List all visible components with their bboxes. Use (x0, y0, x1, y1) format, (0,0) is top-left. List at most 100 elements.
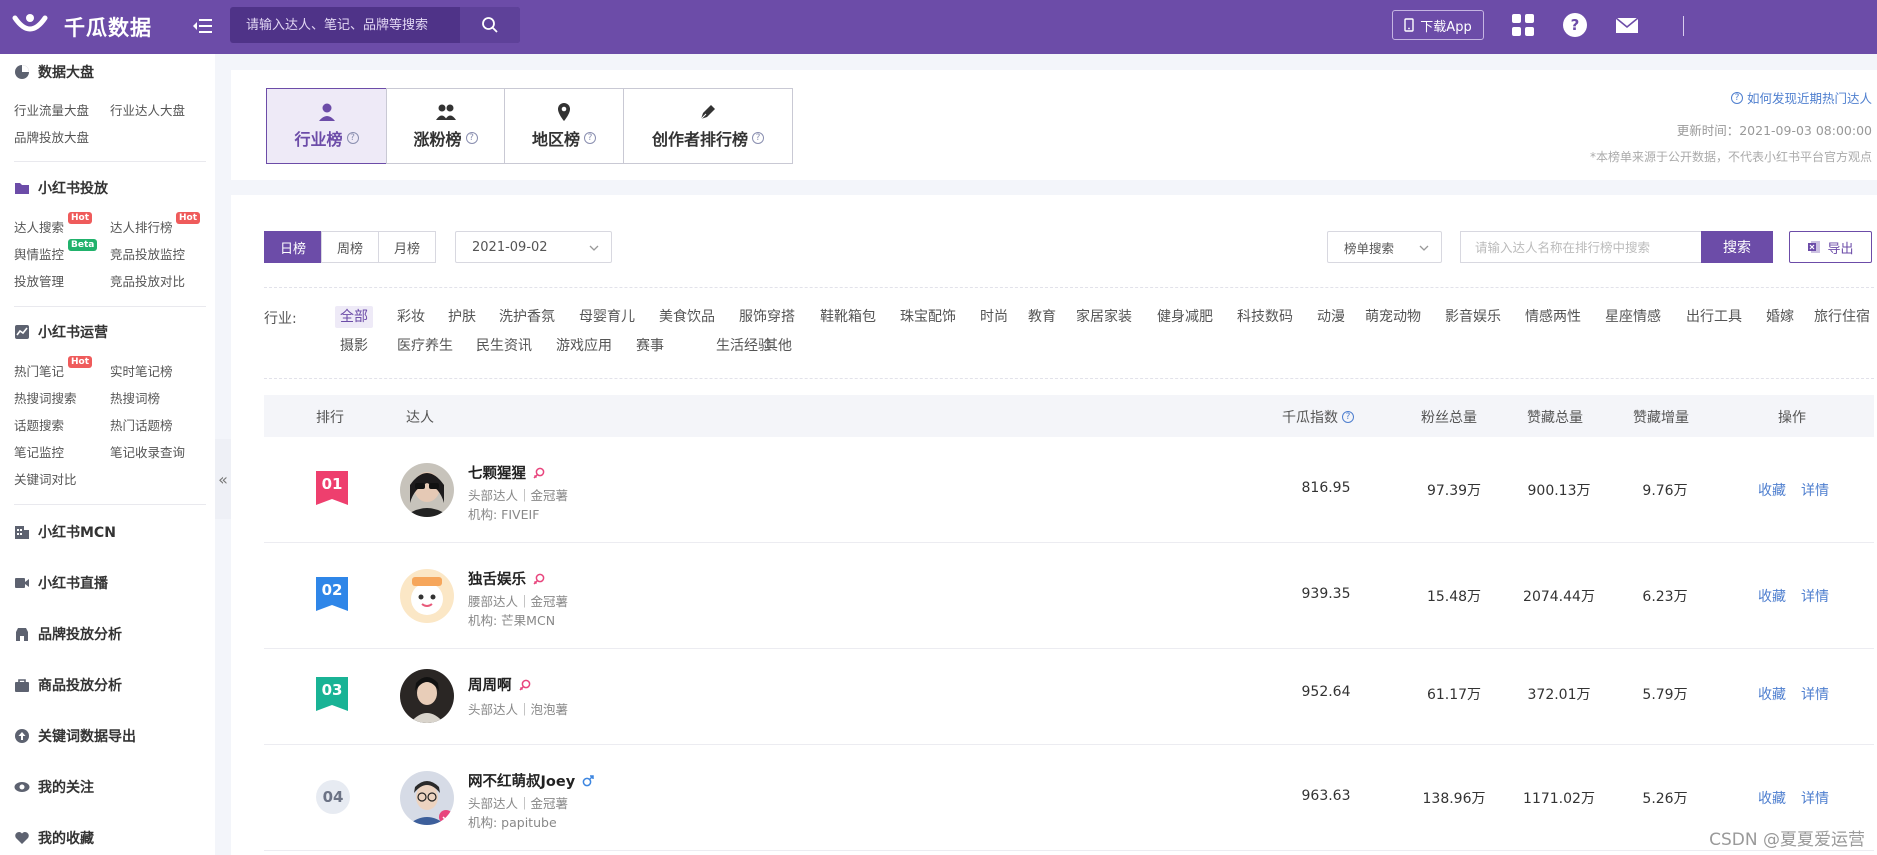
sidebar-item-competitor-compare[interactable]: 竞品投放对比 (110, 271, 185, 290)
sidebar-item-keyword-compare[interactable]: 关键词对比 (14, 469, 77, 488)
industry-filter-item[interactable]: 动漫 (1312, 306, 1350, 328)
favorite-link[interactable]: 收藏 (1758, 586, 1786, 606)
industry-filter-item[interactable]: 珠宝配饰 (895, 306, 961, 328)
industry-filter-item[interactable]: 鞋靴箱包 (815, 306, 881, 328)
sidebar-item-hot-search-rank[interactable]: 热搜词榜 (110, 388, 160, 407)
period-monthly-button[interactable]: 月榜 (378, 231, 436, 263)
kol-avatar[interactable] (400, 771, 454, 825)
detail-link[interactable]: 详情 (1801, 684, 1829, 704)
sidebar-item-hot-notes[interactable]: 热门笔记 Hot (14, 356, 93, 380)
question-icon[interactable]: ? (752, 132, 764, 144)
favorite-link[interactable]: 收藏 (1758, 480, 1786, 500)
sidebar-item-industry-traffic[interactable]: 行业流量大盘 (14, 100, 89, 119)
industry-filter-item[interactable]: 服饰穿搭 (734, 306, 800, 328)
industry-filter-item[interactable]: 科技数码 (1232, 306, 1298, 328)
sidebar-section-my-follows[interactable]: 我的关注 (14, 777, 94, 797)
industry-filter-item[interactable]: 星座情感 (1600, 306, 1666, 328)
sidebar-item-sentiment-monitor[interactable]: 舆情监控 Beta (14, 239, 98, 263)
industry-filter-item[interactable]: 护肤 (443, 306, 481, 328)
export-button[interactable]: 导出 (1789, 231, 1872, 263)
industry-filter-item[interactable]: 家居家装 (1071, 306, 1137, 328)
sidebar-section-data-overview[interactable]: 数据大盘 (14, 62, 94, 82)
help-hot-kol-link[interactable]: ? 如何发现近期热门达人 (1730, 88, 1872, 107)
tab-creator-board[interactable]: 创作者排行榜? (623, 88, 793, 164)
industry-filter-item[interactable]: 影音娱乐 (1440, 306, 1506, 328)
sidebar-item-realtime-notes[interactable]: 实时笔记榜 (110, 361, 173, 380)
industry-filter-item[interactable]: 萌宠动物 (1360, 306, 1426, 328)
question-icon[interactable]: ? (465, 132, 478, 144)
rank-search-button[interactable]: 搜索 (1701, 231, 1773, 263)
sidebar-item-kol-ranking[interactable]: 达人排行榜 Hot (110, 212, 201, 236)
sidebar-section-xhs-live[interactable]: 小红书直播 (14, 573, 108, 593)
sidebar-item-topic-search[interactable]: 话题搜索 (14, 415, 64, 434)
global-search-button[interactable] (460, 7, 520, 43)
sidebar-section-my-favorites[interactable]: 我的收藏 (14, 828, 94, 848)
industry-filter-item[interactable]: 时尚 (975, 306, 1013, 328)
industry-filter-item[interactable]: 其他 (759, 335, 797, 357)
detail-link[interactable]: 详情 (1801, 788, 1829, 808)
sidebar-collapse-toggle[interactable]: « (215, 439, 231, 519)
sidebar-section-xhs-placement[interactable]: 小红书投放 (14, 178, 108, 198)
sidebar-item-kol-search[interactable]: 达人搜索 Hot (14, 212, 93, 236)
tab-fans-growth-board[interactable]: 涨粉榜? (386, 88, 505, 164)
industry-filter-item[interactable]: 母婴育儿 (574, 306, 640, 328)
sidebar-item-placement-manage[interactable]: 投放管理 (14, 271, 64, 290)
sidebar-item-competitor-monitor[interactable]: 竞品投放监控 (110, 244, 185, 263)
tab-region-board[interactable]: 地区榜? (504, 88, 624, 164)
industry-filter-item[interactable]: 民生资讯 (471, 335, 537, 357)
sidebar-section-xhs-operation[interactable]: 小红书运营 (14, 322, 108, 342)
sidebar-section-brand-analysis[interactable]: 品牌投放分析 (14, 624, 122, 644)
question-icon[interactable]: ? (584, 132, 596, 144)
industry-filter-item[interactable]: 医疗养生 (392, 335, 458, 357)
sidebar-section-product-analysis[interactable]: 商品投放分析 (14, 675, 122, 695)
industry-filter-item[interactable]: 美食饮品 (654, 306, 720, 328)
kol-name[interactable]: 网不红萌叔Joey (468, 770, 595, 791)
kol-avatar[interactable] (400, 569, 454, 623)
industry-filter-item[interactable]: 洗护香氛 (494, 306, 560, 328)
logo-icon[interactable] (12, 10, 48, 40)
detail-link[interactable]: 详情 (1801, 586, 1829, 606)
kol-avatar[interactable] (400, 463, 454, 517)
industry-filter-item[interactable]: 健身减肥 (1152, 306, 1218, 328)
industry-filter-item[interactable]: 彩妆 (392, 306, 430, 328)
sidebar-item-hot-search[interactable]: 热搜词搜索 (14, 388, 77, 407)
sidebar-item-note-index[interactable]: 笔记收录查询 (110, 442, 185, 461)
sidebar-item-note-monitor[interactable]: 笔记监控 (14, 442, 64, 461)
kol-name[interactable]: 七颗猩猩 (468, 462, 546, 483)
industry-filter-item[interactable]: 情感两性 (1520, 306, 1586, 328)
industry-filter-item[interactable]: 旅行住宿 (1809, 306, 1875, 328)
date-picker[interactable]: 2021-09-02 (455, 231, 612, 263)
rank-search-input[interactable] (1460, 231, 1701, 263)
brand-name[interactable]: 千瓜数据 (64, 12, 152, 42)
help-icon[interactable]: ? (1562, 12, 1588, 38)
menu-toggle-icon[interactable] (192, 15, 214, 37)
list-search-select[interactable]: 榜单搜索 (1327, 231, 1442, 263)
sidebar-item-brand-placement[interactable]: 品牌投放大盘 (14, 127, 89, 146)
sidebar-section-xhs-mcn[interactable]: 小红书MCN (14, 522, 116, 542)
industry-filter-item[interactable]: 摄影 (335, 335, 373, 357)
global-search-input[interactable] (230, 7, 458, 43)
sidebar-item-hot-topics[interactable]: 热门话题榜 (110, 415, 173, 434)
kol-name[interactable]: 独舌娱乐 (468, 568, 546, 589)
sidebar-item-industry-kol[interactable]: 行业达人大盘 (110, 100, 185, 119)
question-icon[interactable]: ? (1342, 411, 1354, 423)
tab-industry-board[interactable]: 行业榜? (266, 88, 387, 164)
industry-filter-item[interactable]: 赛事 (631, 335, 669, 357)
apps-grid-icon[interactable] (1510, 12, 1536, 38)
kol-avatar[interactable] (400, 669, 454, 723)
favorite-link[interactable]: 收藏 (1758, 684, 1786, 704)
industry-filter-item[interactable]: 出行工具 (1681, 306, 1747, 328)
download-app-button[interactable]: 下载App (1392, 10, 1484, 40)
question-icon[interactable]: ? (346, 132, 359, 144)
period-daily-button[interactable]: 日榜 (264, 231, 322, 263)
mail-icon[interactable] (1614, 12, 1640, 38)
industry-filter-item[interactable]: 全部 (335, 306, 373, 328)
period-weekly-button[interactable]: 周榜 (321, 231, 379, 263)
sidebar-section-keyword-export[interactable]: 关键词数据导出 (14, 726, 136, 746)
detail-link[interactable]: 详情 (1801, 480, 1829, 500)
kol-name[interactable]: 周周啊 (468, 674, 532, 695)
favorite-link[interactable]: 收藏 (1758, 788, 1786, 808)
industry-filter-item[interactable]: 教育 (1023, 306, 1061, 328)
industry-filter-item[interactable]: 婚嫁 (1761, 306, 1799, 328)
industry-filter-item[interactable]: 游戏应用 (551, 335, 617, 357)
